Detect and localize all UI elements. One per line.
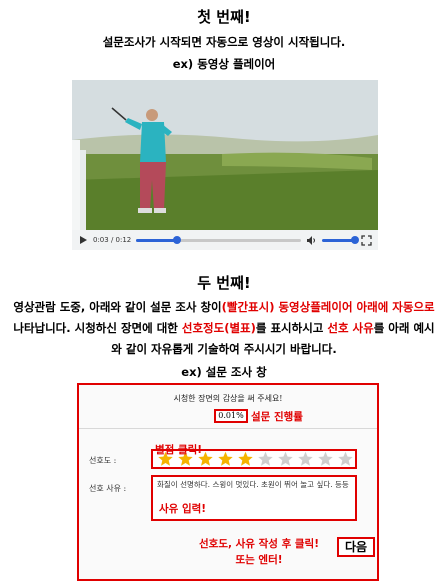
- seek-bar-handle[interactable]: [173, 235, 182, 244]
- seek-bar-fill: [136, 238, 178, 242]
- section1-example-label: ex) 동영상 플레이어: [172, 57, 276, 71]
- star-icon[interactable]: [276, 451, 295, 467]
- player-controls: 0:03 / 0:12: [72, 230, 378, 250]
- survey-progress-label: 설문 진행률: [251, 411, 303, 423]
- star-icon[interactable]: [236, 451, 255, 467]
- video-player[interactable]: 0:03 / 0:12: [72, 80, 378, 250]
- reason-textarea[interactable]: 화질이 선명하다. 스윙이 멋있다. 초원이 뛰어 놀고 싶다. 등등 사유 입…: [151, 475, 357, 521]
- survey-window: 시청한 장면의 감상을 써 주세요! 0.01% 설문 진행률 선호도 : 별점…: [77, 383, 379, 581]
- video-frame-image: [72, 80, 378, 250]
- star-icon[interactable]: [296, 451, 315, 467]
- description-text-2: 나타납니다. 시청하신 장면에 대한: [13, 321, 182, 335]
- survey-progress-value: 0.01%: [214, 409, 248, 423]
- volume-slider-handle[interactable]: [351, 235, 359, 244]
- description-text-1: 영상관람 도중, 아래와 같이 설문 조사 창이: [13, 300, 222, 314]
- section1-subtitle: 설문조사가 시작되면 자동으로 영상이 시작됩니다.: [102, 35, 346, 49]
- volume-icon[interactable]: [306, 235, 317, 246]
- description-highlight-1: (빨간표시) 동영상플레이어 아래에 자동으로: [221, 300, 435, 314]
- description-highlight-3: 선호 사유: [327, 321, 374, 335]
- reason-hint: 사유 입력!: [159, 503, 207, 515]
- submit-hint-line-1: 선호도, 사유 작성 후 클릭!: [199, 538, 319, 550]
- section2-example-label: ex) 설문 조사 창: [181, 365, 267, 379]
- reason-label: 선호 사유 :: [89, 484, 127, 493]
- survey-prompt: 시청한 장면의 감상을 써 주세요!: [173, 394, 283, 403]
- star-icon[interactable]: [216, 451, 235, 467]
- divider: [79, 428, 377, 429]
- section2-title: 두 번째!: [197, 274, 251, 292]
- volume-slider[interactable]: [322, 235, 359, 244]
- section2-description: 영상관람 도중, 아래와 같이 설문 조사 창이(빨간표시) 동영상플레이어 아…: [10, 297, 438, 360]
- next-button[interactable]: 다음: [337, 537, 375, 557]
- preference-label: 선호도 :: [89, 456, 117, 465]
- star-icon[interactable]: [256, 451, 275, 467]
- reason-text: 화질이 선명하다. 스윙이 멋있다. 초원이 뛰어 놀고 싶다. 등등: [157, 480, 349, 489]
- star-icon[interactable]: [316, 451, 335, 467]
- seek-bar[interactable]: [136, 235, 301, 244]
- fullscreen-icon[interactable]: [361, 234, 372, 246]
- description-highlight-2: 선호정도(별표): [181, 321, 256, 335]
- submit-hint-line-2: 또는 엔터!: [235, 554, 283, 566]
- submit-hint: 선호도, 사유 작성 후 클릭! 또는 엔터!: [179, 536, 339, 568]
- section1-title: 첫 번째!: [197, 8, 251, 26]
- description-text-3: 를 표시하시고: [255, 321, 328, 335]
- star-rating-hint: 별점 클릭!: [155, 444, 203, 456]
- time-display: 0:03 / 0:12: [93, 236, 132, 244]
- play-icon[interactable]: [78, 235, 88, 245]
- star-icon[interactable]: [336, 451, 355, 467]
